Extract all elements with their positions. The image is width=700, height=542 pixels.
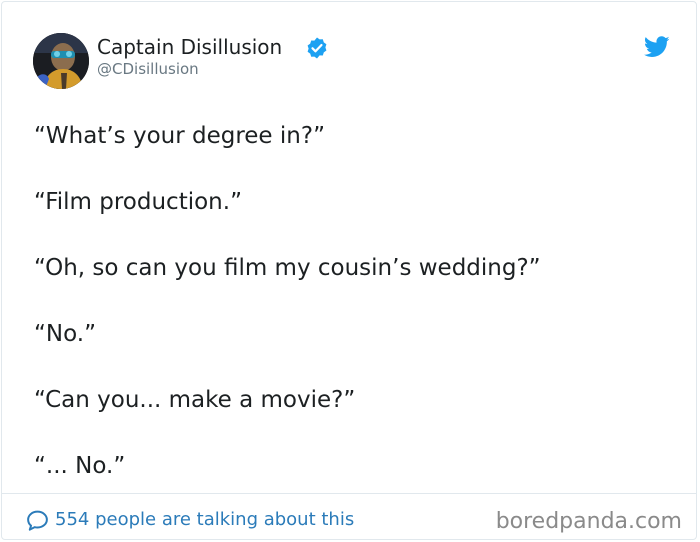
tweet-line: “What’s your degree in?”	[34, 123, 325, 149]
tweet-line: “Can you... make a movie?”	[34, 387, 356, 413]
tweet-text: “What’s your degree in?” “Film productio…	[34, 120, 674, 516]
tweet-line: “... No.”	[34, 453, 126, 479]
tweet-line: “No.”	[34, 321, 97, 347]
conversation-count-text: 554 people are talking about this	[55, 509, 355, 530]
footer-divider	[2, 493, 696, 494]
tweet-card: Captain Disillusion @CDisillusion “What’…	[1, 1, 697, 540]
profile-photo	[33, 33, 89, 89]
twitter-bird-icon[interactable]	[644, 36, 670, 58]
reply-bubble-icon	[27, 510, 48, 531]
verified-badge-icon	[307, 37, 327, 59]
avatar[interactable]	[33, 33, 89, 89]
author-display-name[interactable]: Captain Disillusion	[97, 33, 282, 61]
watermark: boredpanda.com	[495, 509, 682, 534]
tweet-line: “Oh, so can you film my cousin’s wedding…	[34, 255, 541, 281]
tweet-line: “Film production.”	[34, 189, 242, 215]
author-handle[interactable]: @CDisillusion	[97, 59, 199, 79]
conversation-link[interactable]: 554 people are talking about this	[25, 506, 354, 534]
